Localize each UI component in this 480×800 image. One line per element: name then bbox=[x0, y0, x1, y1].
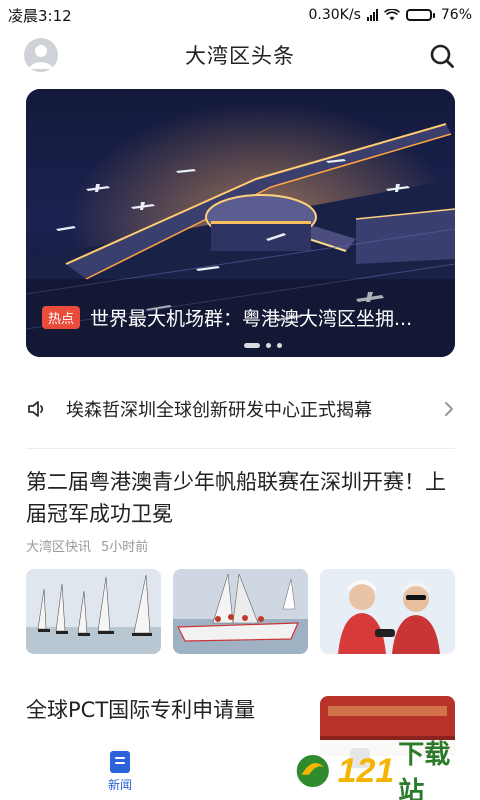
signal-icon bbox=[366, 9, 378, 21]
speaker-icon bbox=[28, 401, 44, 417]
carousel-indicator bbox=[244, 343, 282, 348]
avatar[interactable] bbox=[24, 38, 58, 72]
user-avatar-icon bbox=[29, 45, 53, 69]
search-icon[interactable] bbox=[428, 42, 456, 70]
wifi-icon bbox=[383, 9, 400, 21]
news-time: 5小时前 bbox=[101, 540, 149, 555]
news-source: 大湾区快讯 bbox=[26, 540, 92, 555]
bottom-tab-bar: 新闻 121 下载站 bbox=[0, 740, 480, 800]
app-header: 大湾区头条 bbox=[0, 30, 480, 80]
carousel-dot[interactable] bbox=[277, 343, 282, 348]
divider bbox=[26, 448, 455, 449]
carousel-dot[interactable] bbox=[244, 343, 260, 348]
watermark-logo: 121 下载站 bbox=[292, 740, 472, 800]
news-title: 全球PCT国际专利申请量 bbox=[26, 698, 256, 722]
tab-news[interactable]: 新闻 bbox=[100, 750, 140, 793]
banner-caption: 热点 世界最大机场群：粤港澳大湾区坐拥... bbox=[42, 304, 442, 331]
status-indicators: 0.30K/s 76% bbox=[309, 7, 473, 23]
tab-news-label: 新闻 bbox=[107, 778, 132, 792]
banner-title: 世界最大机场群：粤港澳大湾区坐拥... bbox=[90, 308, 413, 330]
news-thumbnails bbox=[26, 569, 455, 654]
page-title: 大湾区头条 bbox=[185, 44, 295, 68]
news-title: 第二届粤港澳青少年帆船联赛在深圳开赛！上届冠军成功卫冕 bbox=[26, 470, 446, 526]
hot-badge: 热点 bbox=[42, 306, 81, 329]
sailing-photo-2 bbox=[173, 569, 308, 654]
chevron-right-icon bbox=[445, 402, 453, 416]
battery-icon bbox=[405, 9, 435, 21]
watermark-text: 下载站 bbox=[398, 740, 451, 800]
site-logo-icon bbox=[294, 753, 331, 789]
news-ticker[interactable]: 埃森哲深圳全球创新研发中心正式揭幕 bbox=[26, 390, 455, 428]
news-item[interactable]: 第二届粤港澳青少年帆船联赛在深圳开赛！上届冠军成功卫冕 大湾区快讯 5小时前 bbox=[26, 466, 455, 654]
battery-percent: 76% bbox=[440, 7, 472, 23]
ticker-text: 埃森哲深圳全球创新研发中心正式揭幕 bbox=[66, 400, 372, 421]
status-bar: 凌晨3:12 0.30K/s 76% bbox=[0, 0, 480, 30]
news-meta: 大湾区快讯 5小时前 bbox=[26, 536, 455, 555]
news-tab-icon bbox=[110, 751, 130, 773]
net-speed: 0.30K/s bbox=[308, 7, 361, 23]
watermark-number: 121 bbox=[337, 751, 395, 790]
status-time: 凌晨3:12 bbox=[8, 6, 72, 25]
headline-banner[interactable]: 热点 世界最大机场群：粤港澳大湾区坐拥... bbox=[26, 89, 455, 357]
carousel-dot[interactable] bbox=[266, 343, 271, 348]
sailing-photo-3 bbox=[320, 569, 455, 654]
sailing-photo-1 bbox=[26, 569, 161, 654]
